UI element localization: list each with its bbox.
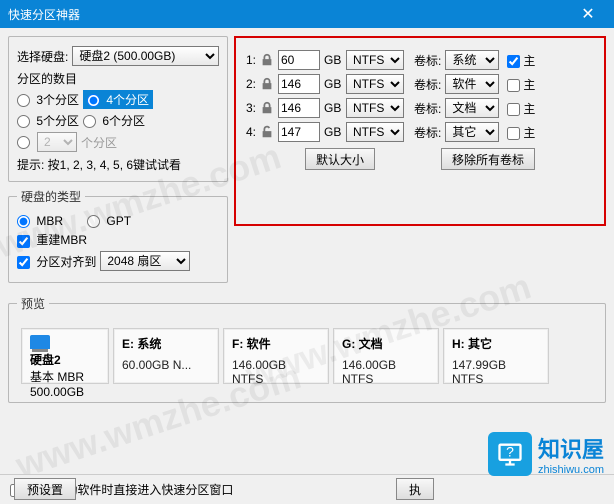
preview-partition-card: G: 文档146.00GB NTFS xyxy=(333,328,439,384)
lock-icon[interactable] xyxy=(260,101,274,115)
fs-select[interactable]: NTFS xyxy=(346,122,404,142)
size-input[interactable] xyxy=(278,122,320,142)
hint-text: 提示: 按1, 2, 3, 4, 5, 6键试试看 xyxy=(17,156,219,173)
disk-icon xyxy=(30,335,50,349)
bottom-bar: 下次启动软件时直接进入快速分区窗口 xyxy=(0,474,614,504)
partition-index: 1: xyxy=(242,53,256,67)
brand-name: 知识屋 xyxy=(538,432,604,464)
partition-index: 2: xyxy=(242,77,256,91)
brand-icon: ? xyxy=(488,432,532,476)
primary-checkbox[interactable]: 主 xyxy=(507,124,535,141)
preview-partition-card: F: 软件146.00GB NTFS xyxy=(223,328,329,384)
primary-checkbox[interactable]: 主 xyxy=(507,76,535,93)
align-select[interactable]: 2048 扇区 xyxy=(100,251,190,271)
partition-row: 3: GB NTFS 卷标:文档主 xyxy=(242,98,598,118)
partition-config-panel: 1:GBNTFS卷标:系统主2:GBNTFS卷标:软件主3:GBNTFS卷标:文… xyxy=(234,36,606,226)
radio-6[interactable]: 6个分区 xyxy=(83,112,145,129)
titlebar: 快速分区神器 ✕ xyxy=(0,0,614,28)
size-input[interactable] xyxy=(278,98,320,118)
preview-group: 预览 硬盘2基本 MBR500.00GBE: 系统60.00GB N...F: … xyxy=(8,295,606,403)
select-disk-label: 选择硬盘: xyxy=(17,48,68,65)
partition-index: 3: xyxy=(242,101,256,115)
lock-icon[interactable] xyxy=(260,77,274,91)
partition-row: 4: GB NTFS 卷标:其它主 xyxy=(242,122,598,142)
radio-5[interactable]: 5个分区 xyxy=(17,112,79,129)
custom-count-label: 个分区 xyxy=(81,134,117,151)
volume-select[interactable]: 文档 xyxy=(445,98,499,118)
unit-label: GB xyxy=(324,77,342,91)
checkbox-rebuild-mbr[interactable]: 重建MBR xyxy=(17,231,87,248)
radio-3[interactable]: 3个分区 xyxy=(17,91,79,108)
svg-text:?: ? xyxy=(506,443,514,459)
checkbox-align[interactable]: 分区对齐到 xyxy=(17,253,96,270)
brand-logo: ? 知识屋 zhishiwu.com xyxy=(488,432,604,476)
preview-partition-card: H: 其它147.99GB NTFS xyxy=(443,328,549,384)
partition-count-title: 分区的数目 xyxy=(17,70,219,87)
fs-select[interactable]: NTFS xyxy=(346,74,404,94)
unit-label: GB xyxy=(324,125,342,139)
clear-labels-button[interactable]: 移除所有卷标 xyxy=(441,148,535,170)
partition-row: 2: GB NTFS 卷标:软件主 xyxy=(242,74,598,94)
fs-select[interactable]: NTFS xyxy=(346,50,404,70)
radio-custom[interactable] xyxy=(17,135,33,149)
size-input[interactable] xyxy=(278,74,320,94)
disk-select[interactable]: 硬盘2 (500.00GB) xyxy=(72,46,219,66)
unit-label: GB xyxy=(324,53,342,67)
disk-type-title: 硬盘的类型 xyxy=(17,188,85,205)
window-title: 快速分区神器 xyxy=(8,6,570,23)
preset-button[interactable]: 预设置 xyxy=(14,478,76,500)
primary-checkbox[interactable]: 主 xyxy=(507,100,535,117)
volume-label-text: 卷标: xyxy=(414,52,441,69)
preview-partition-card: E: 系统60.00GB N... xyxy=(113,328,219,384)
volume-select[interactable]: 其它 xyxy=(445,122,499,142)
close-icon[interactable]: ✕ xyxy=(570,4,606,24)
disk-type-group: 硬盘的类型 MBR GPT 重建MBR 分区对齐到 2048 扇区 xyxy=(8,188,228,283)
partition-row: 1: GB NTFS 卷标:系统主 xyxy=(242,50,598,70)
radio-4[interactable]: 4个分区 xyxy=(83,90,153,109)
fs-select[interactable]: NTFS xyxy=(346,98,404,118)
default-size-button[interactable]: 默认大小 xyxy=(305,148,375,170)
volume-label-text: 卷标: xyxy=(414,124,441,141)
volume-label-text: 卷标: xyxy=(414,100,441,117)
volume-label-text: 卷标: xyxy=(414,76,441,93)
primary-checkbox[interactable]: 主 xyxy=(507,52,535,69)
disk-select-group: 选择硬盘: 硬盘2 (500.00GB) 分区的数目 3个分区 4个分区 5个分… xyxy=(8,36,228,182)
partition-index: 4: xyxy=(242,125,256,139)
execute-button[interactable]: 执 xyxy=(396,478,434,500)
radio-gpt[interactable]: GPT xyxy=(87,214,131,228)
radio-mbr[interactable]: MBR xyxy=(17,214,63,228)
unlock-icon[interactable] xyxy=(260,125,274,139)
volume-select[interactable]: 软件 xyxy=(445,74,499,94)
unit-label: GB xyxy=(324,101,342,115)
size-input[interactable] xyxy=(278,50,320,70)
brand-sub: zhishiwu.com xyxy=(538,464,604,476)
lock-icon[interactable] xyxy=(260,53,274,67)
volume-select[interactable]: 系统 xyxy=(445,50,499,70)
preview-disk-card: 硬盘2基本 MBR500.00GB xyxy=(21,328,109,384)
preview-title: 预览 xyxy=(17,295,49,312)
custom-count-select: 2 xyxy=(37,132,77,152)
